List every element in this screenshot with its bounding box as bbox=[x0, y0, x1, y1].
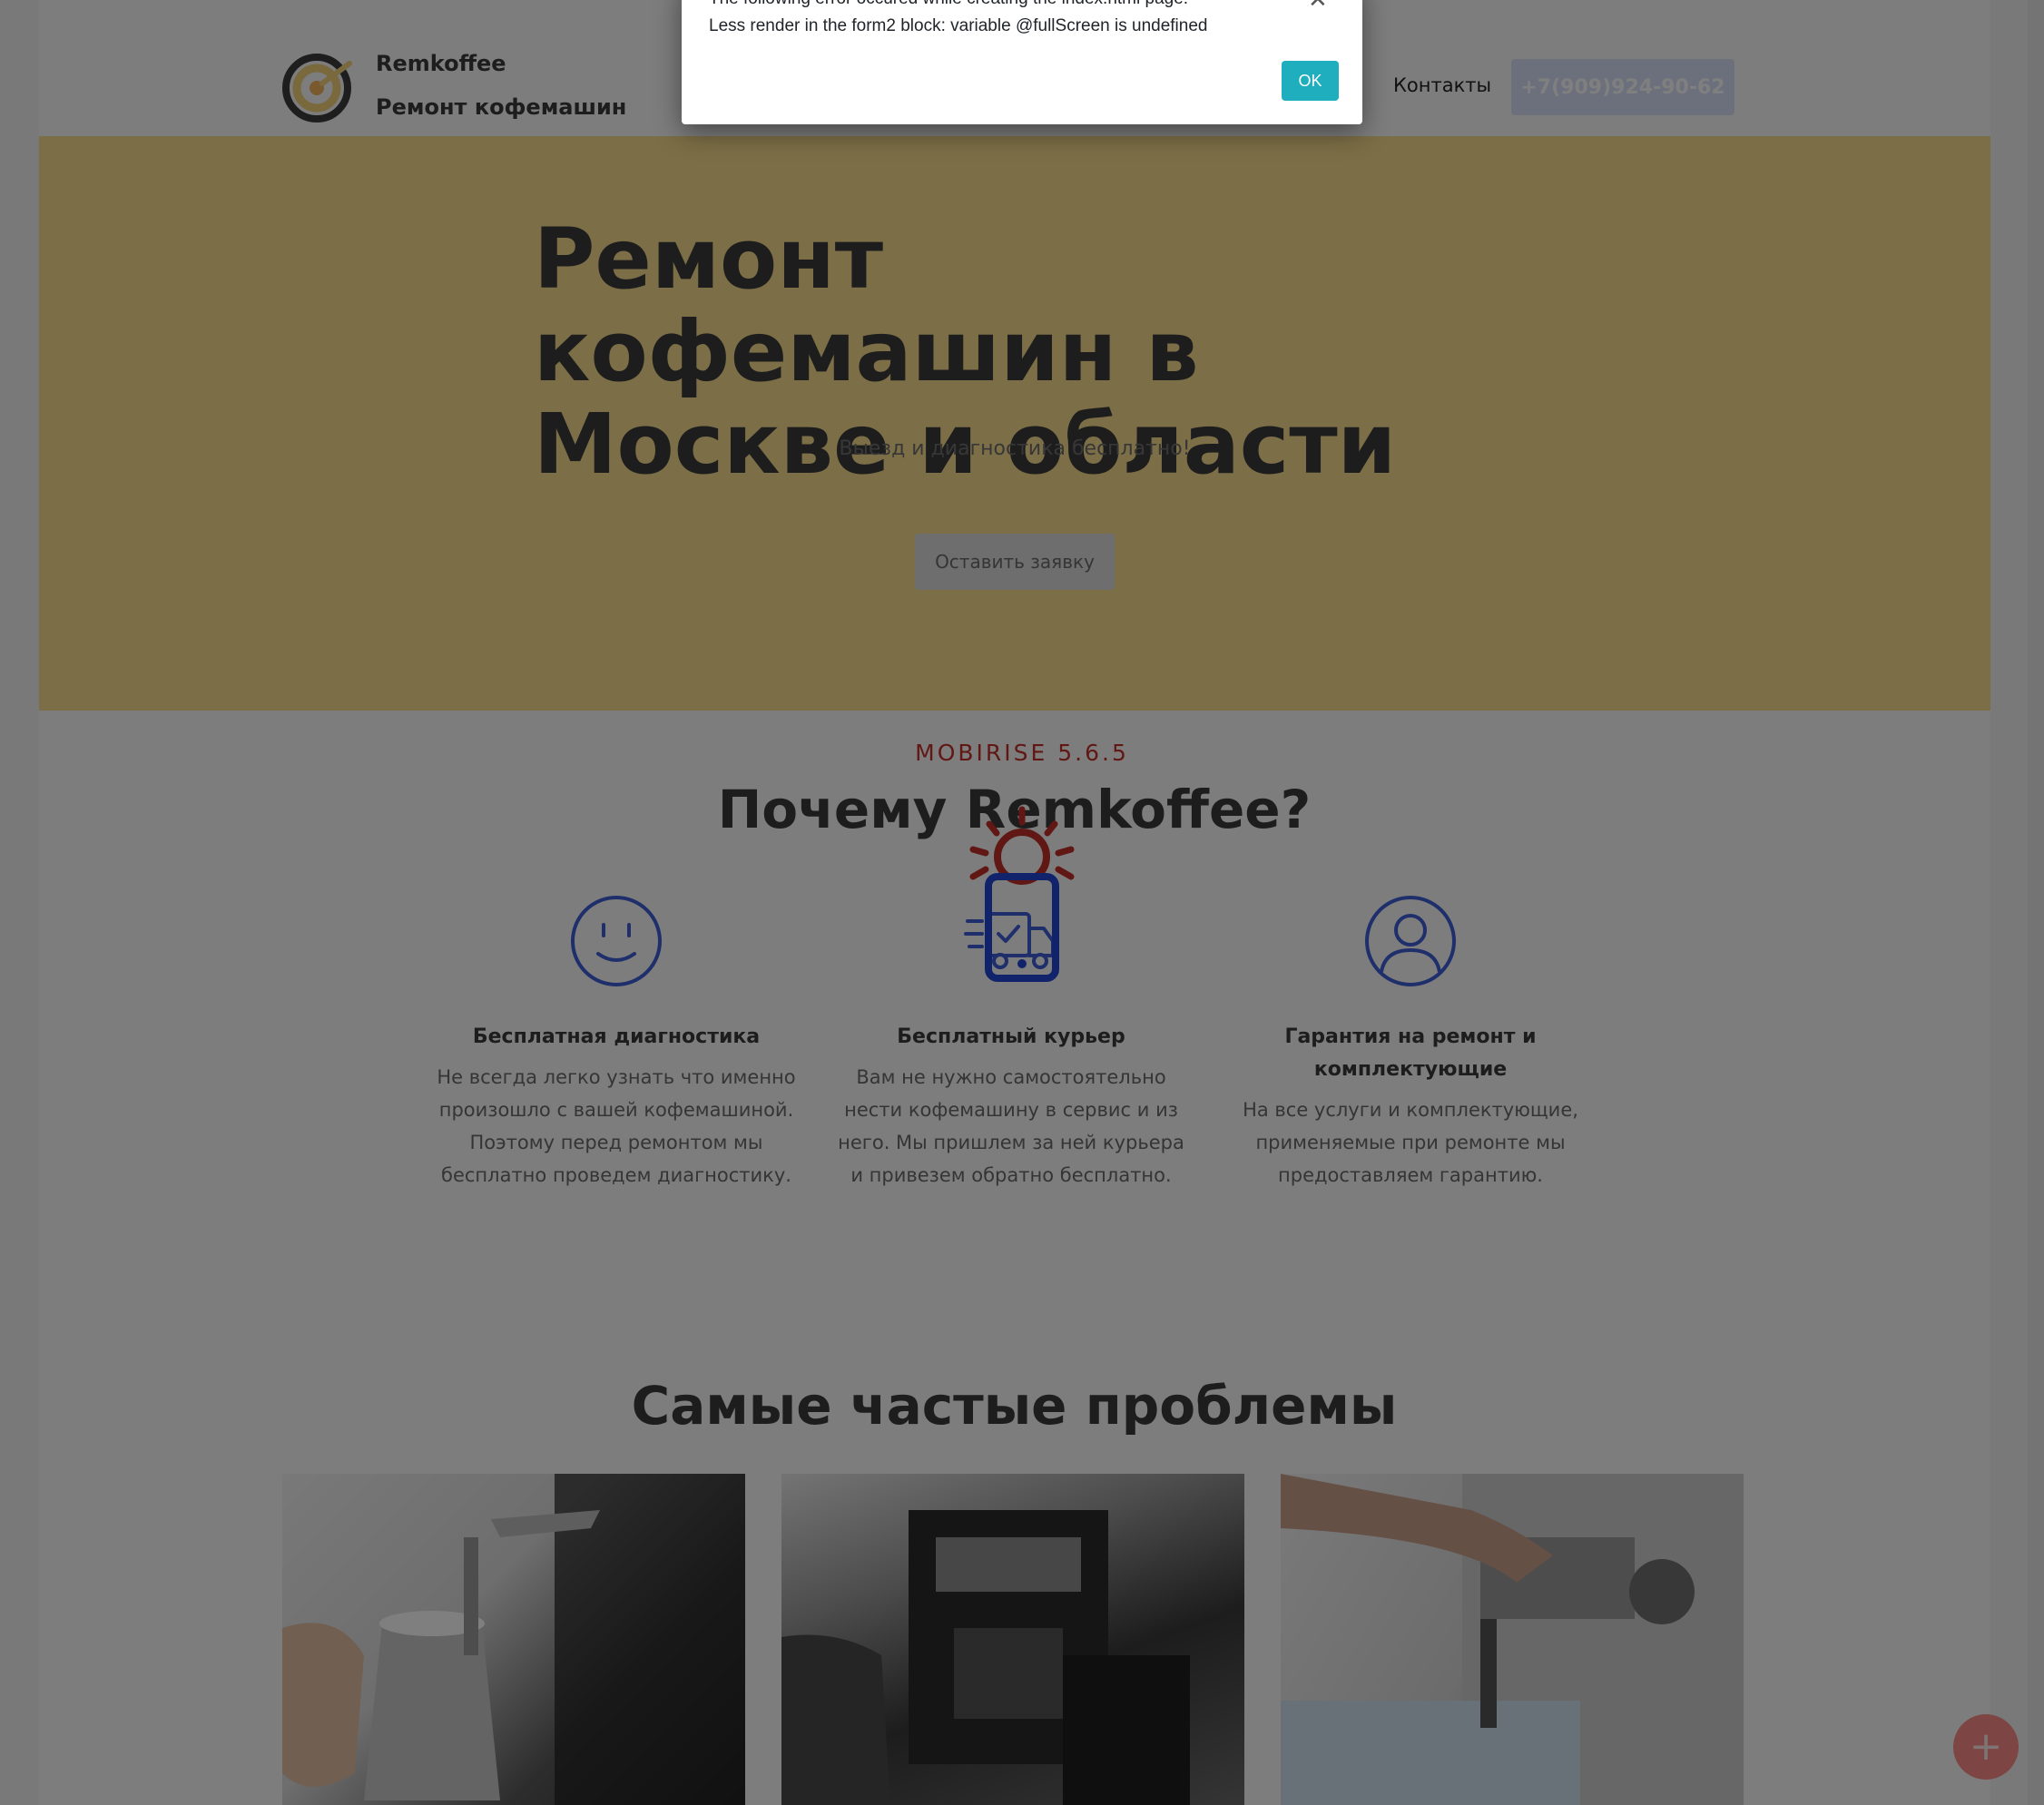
close-icon[interactable]: ✕ bbox=[1308, 0, 1328, 11]
ok-button[interactable]: OK bbox=[1282, 61, 1339, 101]
error-dialog: The following error occured while creati… bbox=[682, 0, 1362, 124]
error-message-line2: Less render in the form2 block: variable… bbox=[709, 16, 1208, 35]
modal-backdrop[interactable] bbox=[0, 0, 2044, 1805]
error-message-line1: The following error occured while creati… bbox=[709, 0, 1188, 9]
